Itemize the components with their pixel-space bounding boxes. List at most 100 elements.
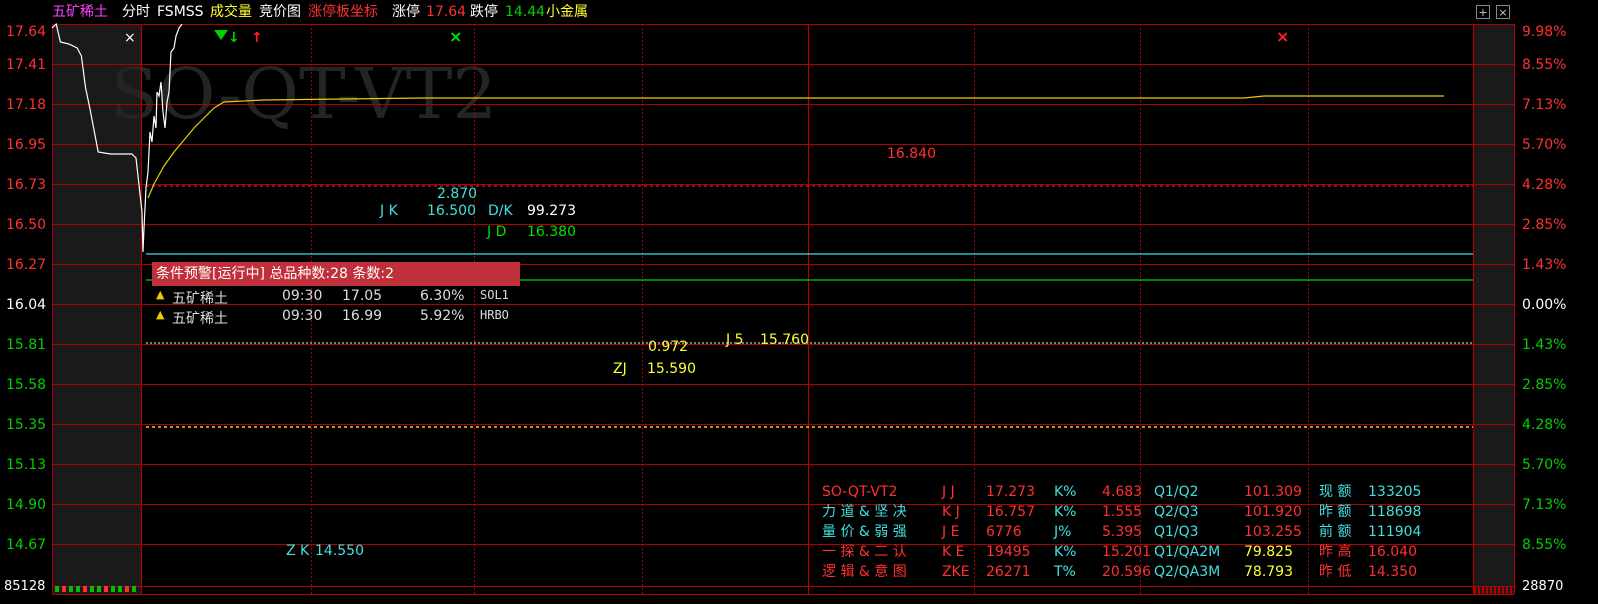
percent-axis-label: 4.28% [1522,417,1566,433]
price-axis-label: 16.04 [6,297,46,313]
volume-bars [55,586,1512,594]
alert-price: 17.05 [342,288,383,304]
volume-bar [1482,587,1484,594]
percent-axis-label: 4.28% [1522,177,1566,193]
volume-axis-label: 28870 [1522,579,1563,594]
table-cell: K% [1054,544,1077,560]
table-cell: 101.920 [1244,504,1302,520]
annotation-zj-label: ZJ [613,361,627,377]
arrow-up-icon: ↑ [251,30,263,46]
price-axis-label: 14.67 [6,537,46,553]
annotation-jd-label: J D [487,224,507,240]
alert-row[interactable]: ▲ 五矿稀土 09:30 16.99 5.92% HRBO [152,308,520,328]
alert-stock-name: 五矿稀土 [172,291,228,307]
volume-bar [132,586,136,592]
table-cell: 101.309 [1244,484,1302,500]
arrow-down-icon: ↓ [228,30,240,46]
sell-signal-icon [214,30,228,40]
table-cell: 一 探 & 二 认 [822,544,907,560]
table-cell: K% [1054,484,1077,500]
table-cell: 133205 [1368,484,1422,500]
alert-pct: 5.92% [420,308,465,324]
table-cell: 111904 [1368,524,1422,540]
price-axis-label: 17.41 [6,57,46,73]
percent-axis-label: 1.43% [1522,337,1566,353]
table-cell: 17.273 [986,484,1035,500]
table-cell: Q2/Q3 [1154,504,1199,520]
table-cell: 78.793 [1244,564,1293,580]
price-axis-label: 16.27 [6,257,46,273]
alert-code: SOL1 [480,288,509,302]
table-cell: 16.757 [986,504,1035,520]
table-cell: 19495 [986,544,1031,560]
table-cell: 103.255 [1244,524,1302,540]
alert-code: HRBO [480,308,509,322]
alert-up-icon: ▲ [156,288,165,301]
price-axis-label: 15.58 [6,377,46,393]
table-cell: 6776 [986,524,1022,540]
percent-axis-label: 9.98% [1522,24,1566,40]
alert-time: 09:30 [282,308,323,324]
percent-axis-label: 8.55% [1522,537,1566,553]
volume-bar [1478,587,1480,594]
table-cell: 26271 [986,564,1031,580]
annotation-j5-value: 15.760 [760,332,809,348]
table-cell: Q2/QA3M [1154,564,1221,580]
annotation-j5-label: J 5 [726,332,744,348]
alert-row[interactable]: ▲ 五矿稀土 09:30 17.05 6.30% SOL1 [152,288,520,308]
volume-bar [55,586,59,592]
volume-bar [69,586,73,592]
price-axis-label: 17.18 [6,97,46,113]
alert-stock-name: 五矿稀土 [172,311,228,327]
volume-bar [111,586,115,592]
price-axis-label: 17.64 [6,24,46,40]
annotation-jk-label: J K [380,203,398,219]
table-cell: 昨 额 [1319,504,1352,520]
annotation-zj-value: 15.590 [647,361,696,377]
volume-bar [76,586,80,592]
table-cell: 14.350 [1368,564,1417,580]
price-axis-label: 16.73 [6,177,46,193]
annotation-dk-value: 99.273 [527,203,576,219]
volume-bar [118,586,122,592]
table-cell: J J [942,484,955,500]
annotation-zk-value: 14.550 [315,543,364,559]
table-cell: 现 额 [1319,484,1352,500]
table-cell: 1.555 [1102,504,1143,520]
annotation-0972: 0.972 [648,339,689,355]
percent-axis-label: 0.00% [1522,297,1566,313]
table-cell: K% [1054,504,1077,520]
marker-x-white: × [124,30,136,46]
volume-bar [1490,587,1492,594]
price-axis-label: 15.81 [6,337,46,353]
price-axis-label: 15.35 [6,417,46,433]
table-cell: 逻 辑 & 意 图 [822,564,907,580]
table-cell: K E [942,544,965,560]
table-cell: Q1/QA2M [1154,544,1221,560]
percent-axis-label: 2.85% [1522,217,1566,233]
annotation-zk-label: Z K [286,543,310,559]
table-cell: 16.040 [1368,544,1417,560]
alert-title[interactable]: 条件预警[运行中] 总品种数:28 条数:2 [152,262,520,286]
annotation-mid-value: 16.840 [887,146,936,162]
annotation-jk-value: 16.500 [427,203,476,219]
table-cell: T% [1054,564,1076,580]
table-cell: ZKE [942,564,970,580]
price-axis-label: 15.13 [6,457,46,473]
table-cell: J% [1054,524,1072,540]
annotation-jd-value: 16.380 [527,224,576,240]
alert-up-icon: ▲ [156,308,165,321]
right-margin-area [1473,24,1514,594]
condition-alert-panel[interactable]: 条件预警[运行中] 总品种数:28 条数:2 ▲ 五矿稀土 09:30 17.0… [152,262,520,327]
marker-x-red: × [1276,27,1289,46]
table-cell: 5.395 [1102,524,1143,540]
percent-axis-label: 5.70% [1522,457,1566,473]
percent-axis-label: 7.13% [1522,97,1566,113]
volume-axis-label: 85128 [4,579,45,594]
percent-axis-label: 1.43% [1522,257,1566,273]
volume-bar [90,586,94,592]
volume-bar [97,586,101,592]
table-cell: 前 额 [1319,524,1352,540]
table-cell: 力 道 & 坚 决 [822,504,907,520]
volume-bar [125,586,129,592]
